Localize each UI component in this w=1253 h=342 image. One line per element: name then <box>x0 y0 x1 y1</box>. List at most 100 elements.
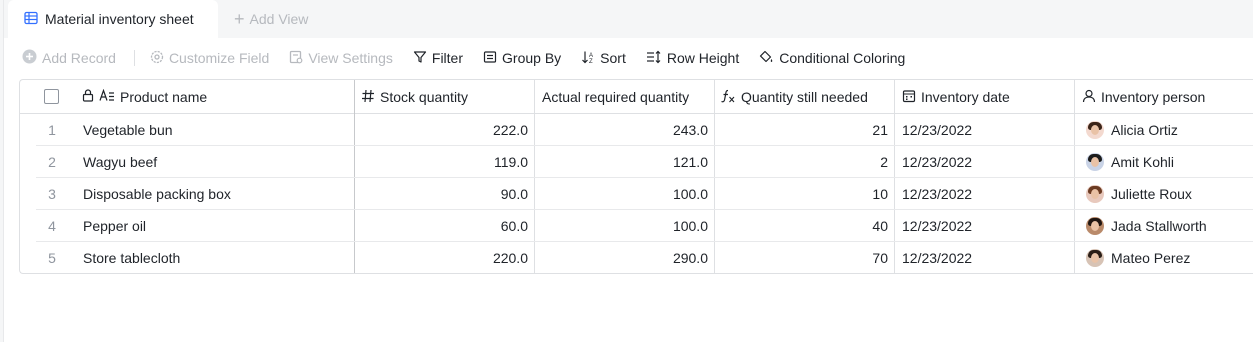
add-record-label: Add Record <box>42 50 116 66</box>
conditional-coloring-label: Conditional Coloring <box>779 50 906 66</box>
add-view-label: Add View <box>249 11 309 27</box>
add-view-button[interactable]: + Add View <box>234 0 308 38</box>
table-row[interactable]: 3 Disposable packing box 90.0 100.0 10 1… <box>36 178 1253 210</box>
select-all-checkbox[interactable] <box>44 89 59 104</box>
data-grid: Product name Stock quantity Actual requi… <box>19 79 1253 274</box>
cell-inventory-date[interactable]: 12/23/2022 <box>902 242 972 273</box>
column-label: Actual required quantity <box>542 89 690 105</box>
column-label: Inventory date <box>921 89 1010 105</box>
filter-label: Filter <box>431 50 464 66</box>
text-field-icon <box>99 88 120 105</box>
cell-inventory-person[interactable]: Amit Kohli <box>1086 146 1174 178</box>
formula-icon <box>720 89 741 106</box>
cell-product-name[interactable]: Vegetable bun <box>83 114 173 146</box>
avatar <box>1086 249 1104 267</box>
person-name: Juliette Roux <box>1111 186 1192 202</box>
column-header-quantity-still-needed[interactable]: Quantity still needed <box>720 80 868 114</box>
cell-inventory-person[interactable]: Alicia Ortiz <box>1086 114 1178 146</box>
cell-stock-quantity[interactable]: 220.0 <box>354 242 528 273</box>
filter-button[interactable]: Filter <box>413 50 463 67</box>
tab-material-inventory-sheet[interactable]: Material inventory sheet <box>8 0 218 38</box>
plus-icon: + <box>234 9 245 29</box>
avatar <box>1086 121 1104 139</box>
column-header-actual-required-quantity[interactable]: Actual required quantity <box>542 80 689 114</box>
row-index: 1 <box>48 122 56 138</box>
customize-field-label: Customize Field <box>168 50 270 66</box>
group-icon <box>483 50 502 67</box>
grid-header: Product name Stock quantity Actual requi… <box>20 80 1253 114</box>
column-header-stock-quantity[interactable]: Stock quantity <box>361 80 468 114</box>
group-by-button[interactable]: Group By <box>483 50 561 67</box>
table-row[interactable]: 1 Vegetable bun 222.0 243.0 21 12/23/202… <box>36 114 1253 146</box>
cell-actual-required-quantity[interactable]: 100.0 <box>534 178 708 210</box>
cell-inventory-person[interactable]: Jada Stallworth <box>1086 210 1207 242</box>
cell-stock-quantity[interactable]: 119.0 <box>354 146 528 178</box>
grid-view-icon <box>24 11 38 28</box>
sort-label: Sort <box>600 50 626 66</box>
row-index: 2 <box>48 154 56 170</box>
gear-icon <box>150 50 169 67</box>
column-header-inventory-person[interactable]: Inventory person <box>1082 80 1205 114</box>
cell-inventory-person[interactable]: Juliette Roux <box>1086 178 1192 210</box>
cell-inventory-date[interactable]: 12/23/2022 <box>902 114 972 146</box>
cell-product-name[interactable]: Disposable packing box <box>83 178 231 210</box>
add-record-button[interactable]: Add Record <box>22 49 116 67</box>
avatar <box>1086 185 1104 203</box>
cell-quantity-still-needed[interactable]: 40 <box>714 210 888 242</box>
group-by-label: Group By <box>502 50 562 66</box>
cell-stock-quantity[interactable]: 90.0 <box>354 178 528 210</box>
table-row[interactable]: 4 Pepper oil 60.0 100.0 40 12/23/2022 Ja… <box>36 210 1253 242</box>
sort-button[interactable]: AZ Sort <box>581 50 626 67</box>
row-height-button[interactable]: Row Height <box>646 50 739 67</box>
row-index: 5 <box>48 250 56 266</box>
person-name: Alicia Ortiz <box>1111 122 1178 138</box>
person-name: Mateo Perez <box>1111 250 1191 266</box>
cell-product-name[interactable]: Wagyu beef <box>83 146 157 178</box>
cell-actual-required-quantity[interactable]: 243.0 <box>534 114 708 146</box>
cell-quantity-still-needed[interactable]: 21 <box>714 114 888 146</box>
column-header-product-name[interactable]: Product name <box>82 80 207 114</box>
avatar <box>1086 153 1104 171</box>
toolbar: Add Record Customize Field View Settings… <box>4 40 1253 76</box>
filter-icon <box>413 50 432 67</box>
cell-actual-required-quantity[interactable]: 121.0 <box>534 146 708 178</box>
column-header-inventory-date[interactable]: Inventory date <box>902 80 1010 114</box>
person-icon <box>1082 89 1101 106</box>
cell-inventory-person[interactable]: Mateo Perez <box>1086 242 1191 273</box>
column-label: Inventory person <box>1101 89 1206 105</box>
plus-circle-icon <box>22 49 42 67</box>
cell-inventory-date[interactable]: 12/23/2022 <box>902 210 972 242</box>
column-label: Product name <box>120 89 208 105</box>
view-settings-icon <box>289 50 308 67</box>
cell-quantity-still-needed[interactable]: 2 <box>714 146 888 178</box>
person-name: Jada Stallworth <box>1111 218 1207 234</box>
table-row[interactable]: 2 Wagyu beef 119.0 121.0 2 12/23/2022 Am… <box>36 146 1253 178</box>
sort-icon: AZ <box>581 50 600 67</box>
conditional-coloring-button[interactable]: Conditional Coloring <box>759 50 905 67</box>
paint-bucket-icon <box>759 50 779 67</box>
cell-actual-required-quantity[interactable]: 100.0 <box>534 210 708 242</box>
row-index: 3 <box>48 186 56 202</box>
cell-quantity-still-needed[interactable]: 70 <box>714 242 888 273</box>
view-settings-label: View Settings <box>308 50 393 66</box>
cell-stock-quantity[interactable]: 222.0 <box>354 114 528 146</box>
number-field-icon <box>361 89 380 106</box>
cell-quantity-still-needed[interactable]: 10 <box>714 178 888 210</box>
view-settings-button[interactable]: View Settings <box>289 50 393 67</box>
cell-inventory-date[interactable]: 12/23/2022 <box>902 146 972 178</box>
cell-actual-required-quantity[interactable]: 290.0 <box>534 242 708 273</box>
row-index: 4 <box>48 218 56 234</box>
toolbar-divider <box>133 50 135 66</box>
cell-product-name[interactable]: Pepper oil <box>83 210 146 242</box>
svg-text:Z: Z <box>589 59 593 64</box>
column-label: Quantity still needed <box>741 89 868 105</box>
cell-inventory-date[interactable]: 12/23/2022 <box>902 178 972 210</box>
calendar-icon <box>902 89 921 106</box>
customize-field-button[interactable]: Customize Field <box>150 50 269 67</box>
view-tab-bar: Material inventory sheet + Add View <box>4 0 1253 38</box>
cell-stock-quantity[interactable]: 60.0 <box>354 210 528 242</box>
table-row[interactable]: 5 Store tablecloth 220.0 290.0 70 12/23/… <box>36 242 1253 273</box>
row-height-label: Row Height <box>666 50 740 66</box>
column-label: Stock quantity <box>380 89 468 105</box>
cell-product-name[interactable]: Store tablecloth <box>83 242 180 273</box>
